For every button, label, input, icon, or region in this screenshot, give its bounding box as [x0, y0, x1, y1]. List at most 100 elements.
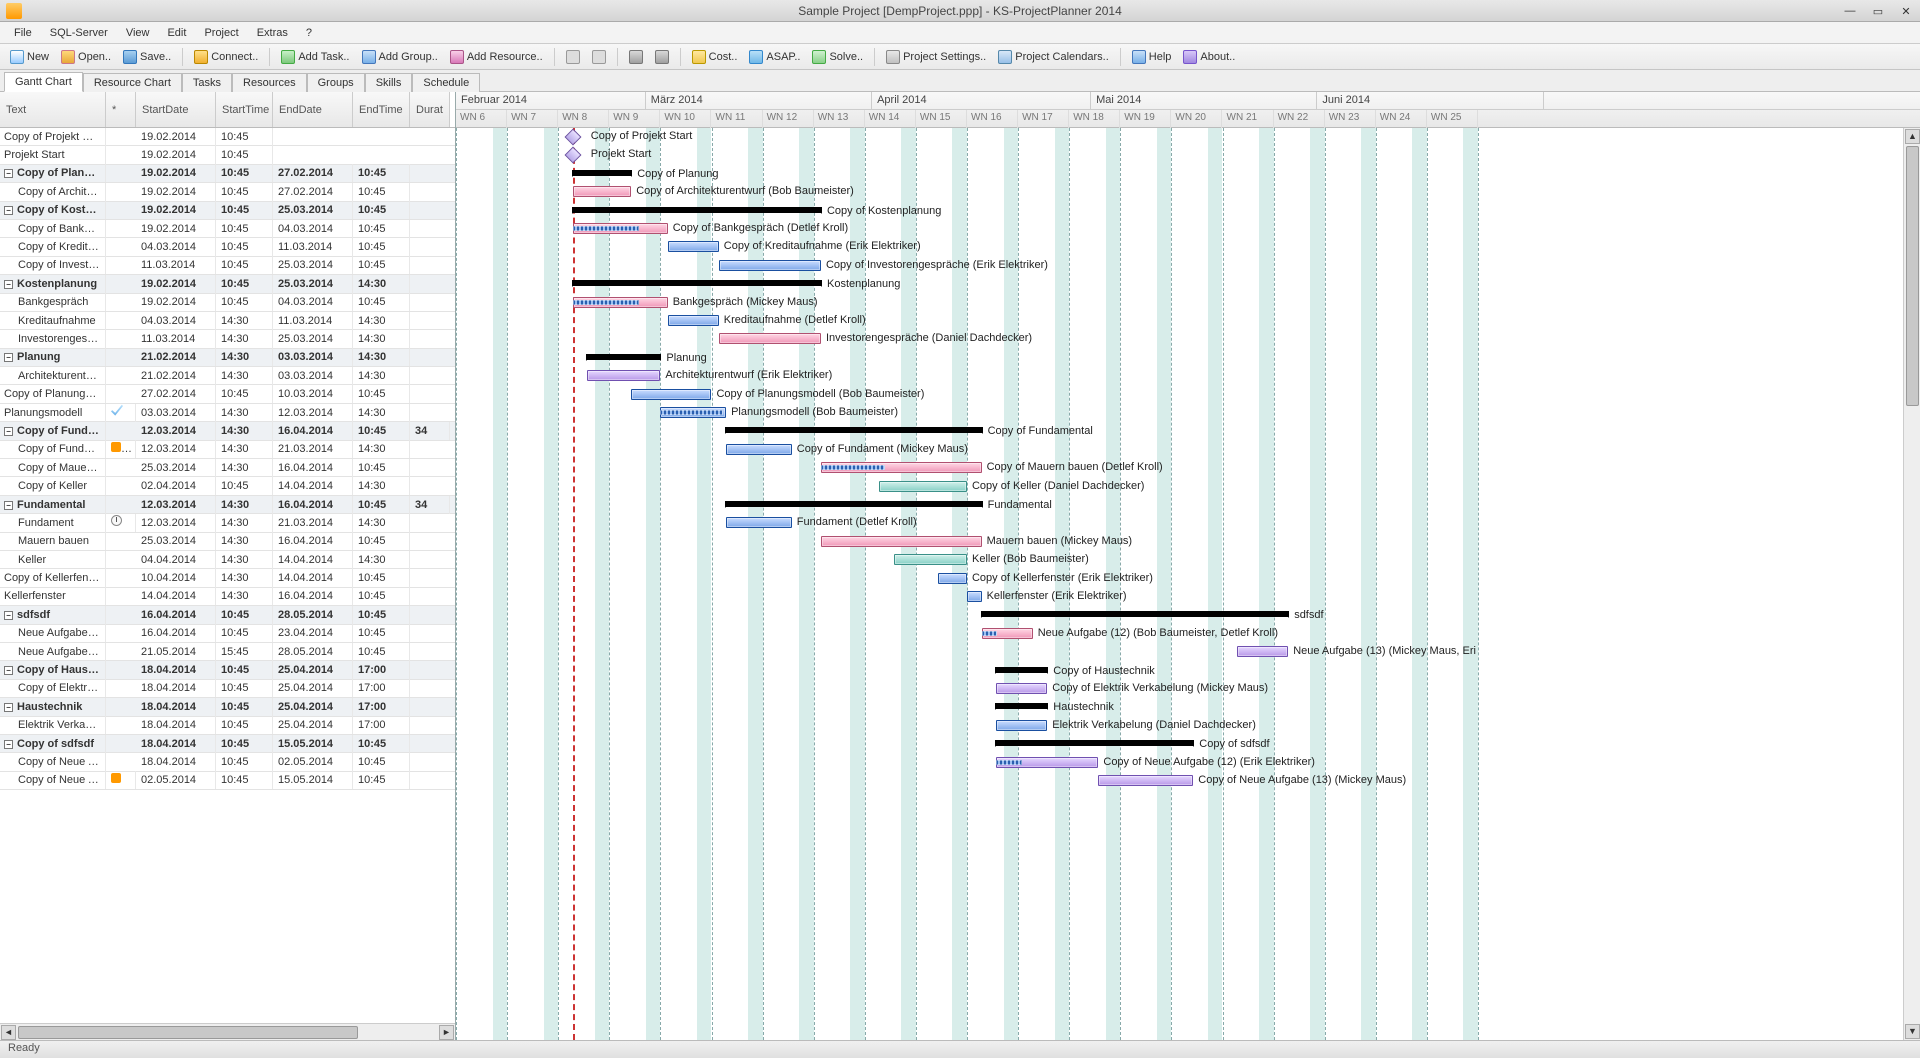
gantt-body[interactable]: Copy of Projekt StartProjekt StartCopy o… [456, 128, 1920, 1040]
task-bar[interactable]: Keller (Bob Baumeister) [894, 554, 967, 565]
task-row[interactable]: −Copy of Haustech...18.04.201410:4525.04… [0, 661, 455, 679]
tb-addresource-button[interactable]: Add Resource.. [446, 48, 547, 66]
tb-icon-button[interactable] [588, 48, 610, 66]
summary-bar[interactable]: Kostenplanung [573, 280, 821, 286]
menu-view[interactable]: View [118, 24, 158, 42]
col-*[interactable]: * [106, 92, 136, 127]
task-row[interactable]: −Planung21.02.201414:3003.03.201414:30 [0, 349, 455, 367]
task-row[interactable]: Kreditaufnahme04.03.201414:3011.03.20141… [0, 312, 455, 330]
task-row[interactable]: Copy of Mauern b...25.03.201414:3016.04.… [0, 459, 455, 477]
task-row[interactable]: Investorengespräc...11.03.201414:3025.03… [0, 330, 455, 348]
milestone[interactable] [564, 147, 581, 164]
tab-ganttchart[interactable]: Gantt Chart [4, 72, 83, 92]
collapse-icon[interactable]: − [4, 353, 13, 362]
menu-edit[interactable]: Edit [159, 24, 194, 42]
tb-asap-button[interactable]: ASAP.. [745, 48, 804, 66]
summary-bar[interactable]: Copy of Haustechnik [996, 667, 1047, 673]
tab-schedule[interactable]: Schedule [412, 73, 480, 92]
tb-addtask-button[interactable]: Add Task.. [277, 48, 353, 66]
task-row[interactable]: −Fundamental12.03.201414:3016.04.201410:… [0, 496, 455, 514]
task-row[interactable]: −Copy of Fundame...12.03.201414:3016.04.… [0, 422, 455, 440]
task-row[interactable]: Mauern bauen25.03.201414:3016.04.201410:… [0, 533, 455, 551]
task-row[interactable]: Copy of Kellerfenster10.04.201414:3014.0… [0, 569, 455, 587]
task-bar[interactable]: Copy of Kellerfenster (Erik Elektriker) [938, 573, 967, 584]
task-bar[interactable]: Copy of Keller (Daniel Dachdecker) [879, 481, 967, 492]
collapse-icon[interactable]: − [4, 280, 13, 289]
tb-save-button[interactable]: Save.. [119, 48, 175, 66]
task-row[interactable]: −Copy of sdfsdf18.04.201410:4515.05.2014… [0, 735, 455, 753]
tb-addgroup-button[interactable]: Add Group.. [358, 48, 442, 66]
tb-cost-button[interactable]: Cost.. [688, 48, 742, 66]
task-row[interactable]: Fundament12.03.201414:3021.03.201414:30 [0, 514, 455, 532]
tb-help-button[interactable]: Help [1128, 48, 1176, 66]
scroll-thumb[interactable] [18, 1026, 358, 1039]
tb-icon-button[interactable] [562, 48, 584, 66]
task-row[interactable]: −sdfsdf16.04.201410:4528.05.201410:45 [0, 606, 455, 624]
summary-bar[interactable]: Copy of Kostenplanung [573, 207, 821, 213]
task-row[interactable]: Copy of Neue Auf...02.05.201410:4515.05.… [0, 772, 455, 790]
task-row[interactable]: −Copy of Planung19.02.201410:4527.02.201… [0, 165, 455, 183]
task-row[interactable]: −Haustechnik18.04.201410:4525.04.201417:… [0, 698, 455, 716]
task-row[interactable]: Copy of Kreditaufn...04.03.201410:4511.0… [0, 238, 455, 256]
summary-bar[interactable]: Copy of Planung [573, 170, 631, 176]
scroll-thumb[interactable] [1906, 146, 1919, 406]
menu-sqlserver[interactable]: SQL-Server [42, 24, 116, 42]
task-bar[interactable]: Fundament (Detlef Kroll) [726, 517, 792, 528]
task-bar[interactable]: Copy of Investorengespräche (Erik Elektr… [719, 260, 821, 271]
tab-groups[interactable]: Groups [307, 73, 365, 92]
task-row[interactable]: Copy of Architektu...19.02.201410:4527.0… [0, 183, 455, 201]
col-durat[interactable]: Durat [410, 92, 450, 127]
task-row[interactable]: −Copy of Kostenpl...19.02.201410:4525.03… [0, 202, 455, 220]
task-row[interactable]: Keller04.04.201414:3014.04.201414:30 [0, 551, 455, 569]
task-row[interactable]: Planungsmodell03.03.201414:3012.03.20141… [0, 404, 455, 422]
task-bar[interactable]: Copy of Neue Aufgabe (13) (Mickey Maus) [1098, 775, 1193, 786]
task-row[interactable]: Copy of Investoren...11.03.201410:4525.0… [0, 257, 455, 275]
col-enddate[interactable]: EndDate [273, 92, 353, 127]
tb-connect-button[interactable]: Connect.. [190, 48, 262, 66]
summary-bar[interactable]: Fundamental [726, 501, 982, 507]
tb-icon-button[interactable] [625, 48, 647, 66]
tb-icon-button[interactable] [651, 48, 673, 66]
task-row[interactable]: Architekturentwurf21.02.201414:3003.03.2… [0, 367, 455, 385]
col-text[interactable]: Text [0, 92, 106, 127]
collapse-icon[interactable]: − [4, 740, 13, 749]
task-row[interactable]: Projekt Start19.02.201410:45 [0, 146, 455, 164]
scroll-right-icon[interactable]: ► [439, 1025, 454, 1040]
task-bar[interactable]: Copy of Kreditaufnahme (Erik Elektriker) [668, 241, 719, 252]
tb-solve-button[interactable]: Solve.. [808, 48, 867, 66]
task-row[interactable]: Elektrik Verkabelung18.04.201410:4525.04… [0, 717, 455, 735]
task-row[interactable]: −Kostenplanung19.02.201410:4525.03.20141… [0, 275, 455, 293]
collapse-icon[interactable]: − [4, 427, 13, 436]
summary-bar[interactable]: Planung [587, 354, 660, 360]
tb-open-button[interactable]: Open.. [57, 48, 115, 66]
menu-file[interactable]: File [6, 24, 40, 42]
scroll-left-icon[interactable]: ◄ [1, 1025, 16, 1040]
tab-skills[interactable]: Skills [365, 73, 413, 92]
task-bar[interactable]: Mauern bauen (Mickey Maus) [821, 536, 982, 547]
task-row[interactable]: Bankgespräch19.02.201410:4504.03.201410:… [0, 294, 455, 312]
summary-bar[interactable]: Haustechnik [996, 703, 1047, 709]
summary-bar[interactable]: Copy of sdfsdf [996, 740, 1193, 746]
task-row[interactable]: Copy of Elektrik Ve...18.04.201410:4525.… [0, 680, 455, 698]
task-row[interactable]: Copy of Projekt Start19.02.201410:45 [0, 128, 455, 146]
task-bar[interactable]: Investorengespräche (Daniel Dachdecker) [719, 333, 821, 344]
scroll-down-icon[interactable]: ▼ [1905, 1024, 1920, 1039]
task-bar[interactable]: Copy of Elektrik Verkabelung (Mickey Mau… [996, 683, 1047, 694]
task-bar[interactable]: Architekturentwurf (Erik Elektriker) [587, 370, 660, 381]
task-bar[interactable]: Neue Aufgabe (13) (Mickey Maus, Eri [1237, 646, 1288, 657]
task-bar[interactable]: Copy of Planungsmodell (Bob Baumeister) [631, 389, 711, 400]
grid-body[interactable]: Copy of Projekt Start19.02.201410:45Proj… [0, 128, 455, 1023]
menu-extras[interactable]: Extras [249, 24, 296, 42]
task-bar[interactable]: Kellerfenster (Erik Elektriker) [967, 591, 982, 602]
collapse-icon[interactable]: − [4, 169, 13, 178]
col-endtime[interactable]: EndTime [353, 92, 410, 127]
tb-new-button[interactable]: New [6, 48, 53, 66]
tab-resources[interactable]: Resources [232, 73, 307, 92]
task-bar[interactable]: Elektrik Verkabelung (Daniel Dachdecker) [996, 720, 1047, 731]
task-row[interactable]: Copy of Neue Auf...18.04.201410:4502.05.… [0, 753, 455, 771]
collapse-icon[interactable]: − [4, 666, 13, 675]
col-startdate[interactable]: StartDate [136, 92, 216, 127]
collapse-icon[interactable]: − [4, 206, 13, 215]
collapse-icon[interactable]: − [4, 703, 13, 712]
tb-projectcalendars-button[interactable]: Project Calendars.. [994, 48, 1113, 66]
